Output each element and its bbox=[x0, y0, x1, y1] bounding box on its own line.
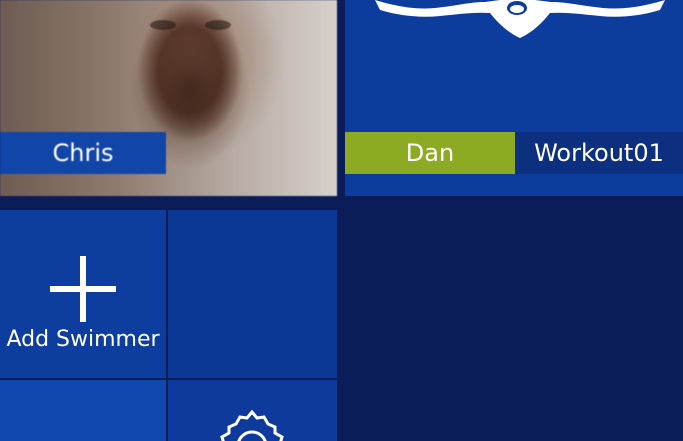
add-swimmer-label: Add Swimmer bbox=[6, 327, 160, 352]
empty-area bbox=[345, 200, 683, 441]
swimmer-tile-dan[interactable]: Dan Workout01 bbox=[345, 0, 683, 196]
empty-tile bbox=[0, 380, 166, 441]
swimmer-icon bbox=[375, 0, 665, 38]
swimmer-tile-chris[interactable]: Chris bbox=[0, 0, 337, 196]
gear-icon bbox=[220, 410, 284, 441]
swimmer-name-label: Chris bbox=[0, 132, 166, 174]
swimmer-name-label: Dan bbox=[345, 132, 515, 174]
workout-label: Workout01 bbox=[515, 132, 683, 174]
empty-tile bbox=[168, 210, 337, 378]
plus-icon bbox=[50, 256, 116, 322]
app-screen: Chris Dan Workout01 Add Swimmer bbox=[0, 0, 683, 441]
photo-detail bbox=[205, 20, 231, 30]
photo-detail bbox=[150, 20, 176, 30]
